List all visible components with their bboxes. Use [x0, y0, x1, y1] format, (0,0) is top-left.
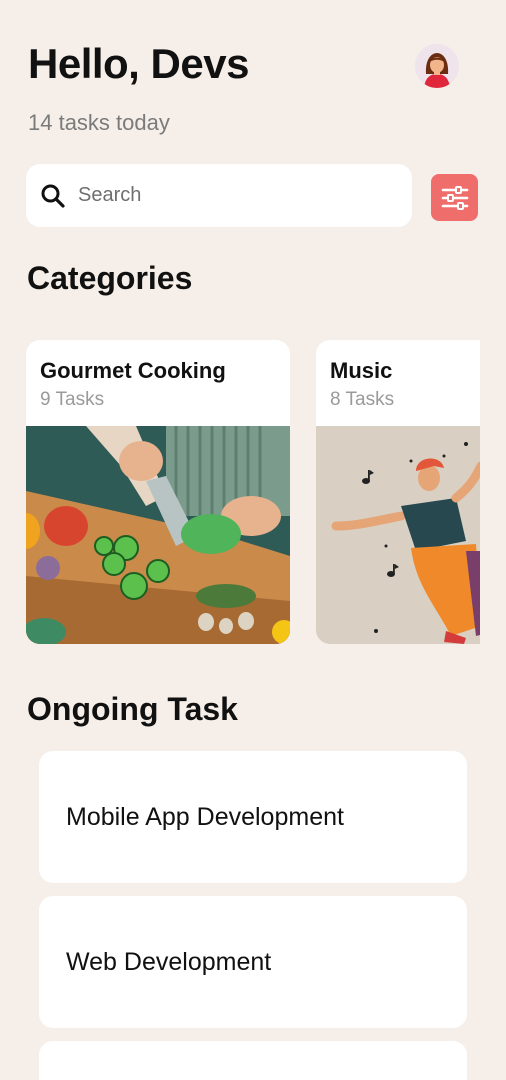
category-task-count: 8 Tasks	[330, 389, 395, 410]
avatar[interactable]	[415, 44, 459, 88]
search-input[interactable]	[78, 184, 378, 207]
task-card-web-dev[interactable]: Web Development	[39, 896, 467, 1028]
categories-heading: Categories	[27, 260, 193, 296]
greeting-title: Hello, Devs	[28, 40, 249, 87]
task-title: Web Development	[66, 948, 272, 976]
ongoing-task-heading: Ongoing Task	[27, 691, 238, 727]
filter-button[interactable]	[431, 174, 478, 221]
task-card-mobile-app[interactable]: Mobile App Development	[39, 751, 467, 883]
category-name: Gourmet Cooking	[40, 358, 226, 383]
category-name: Music	[330, 358, 393, 383]
search-icon	[41, 184, 65, 208]
woman-avatar-icon	[415, 44, 459, 88]
task-card-partial[interactable]	[39, 1041, 467, 1080]
search-bar[interactable]	[26, 164, 412, 227]
categories-carousel[interactable]: Gourmet Cooking 9 Tasks Music 8 Tasks	[26, 340, 480, 644]
sliders-icon	[441, 185, 468, 210]
cooking-illustration	[26, 426, 290, 644]
dancing-illustration	[316, 426, 480, 644]
category-card-music[interactable]: Music 8 Tasks	[316, 340, 480, 644]
task-title: Mobile App Development	[66, 803, 344, 831]
category-card-cooking[interactable]: Gourmet Cooking 9 Tasks	[26, 340, 290, 644]
category-task-count: 9 Tasks	[40, 389, 105, 410]
tasks-count-subtitle: 14 tasks today	[28, 110, 170, 135]
